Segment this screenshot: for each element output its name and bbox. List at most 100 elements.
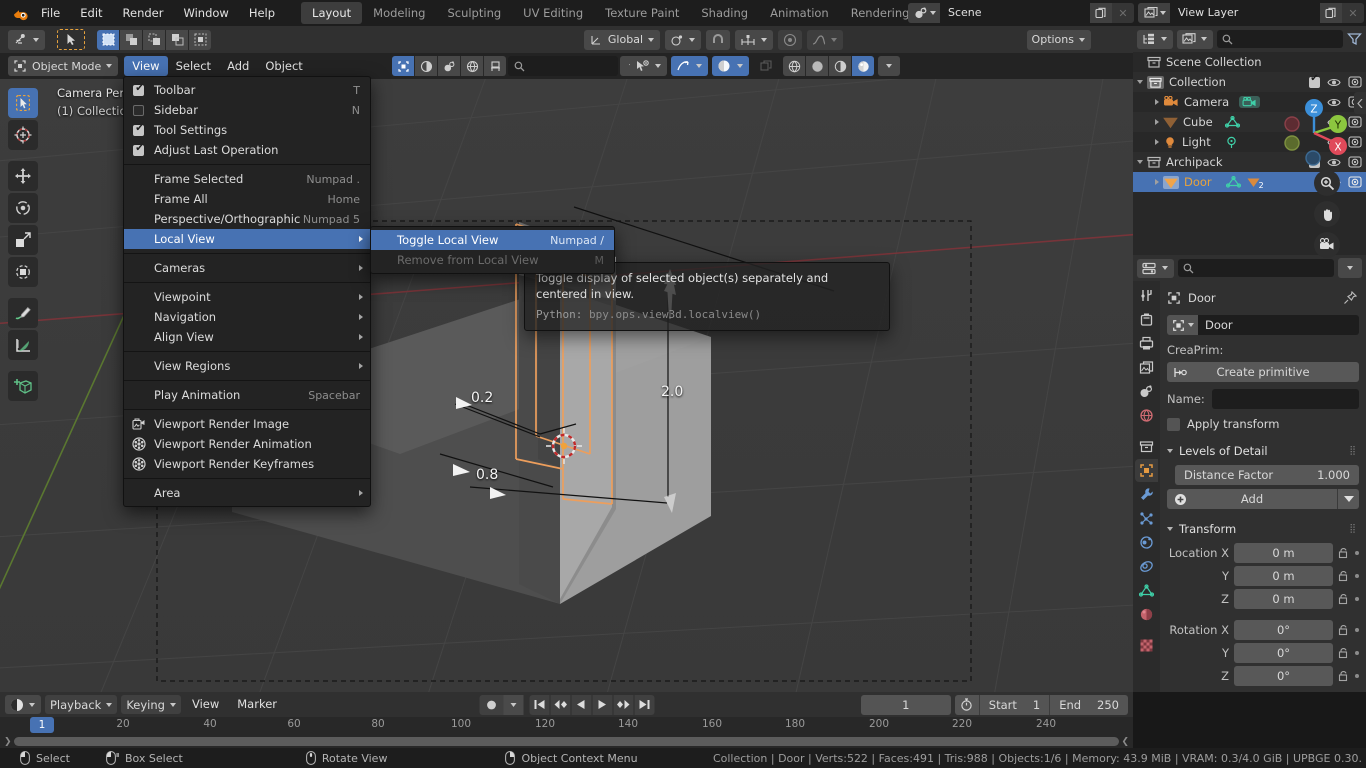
expand-triangle-icon[interactable]: [1155, 119, 1159, 125]
properties-editor-type[interactable]: [1137, 258, 1174, 278]
animate-dot-icon[interactable]: [1355, 674, 1359, 678]
add-cube-tool[interactable]: [8, 371, 38, 401]
distance-factor-slider[interactable]: Distance Factor 1.000: [1175, 465, 1359, 485]
move-tool[interactable]: [8, 161, 38, 191]
menu-item-frame-all[interactable]: Frame All Home: [124, 189, 370, 209]
object-types-icon[interactable]: [392, 56, 414, 76]
camera-render-icon[interactable]: [1348, 176, 1362, 188]
expand-triangle-icon[interactable]: [1155, 179, 1159, 185]
lock-icon[interactable]: [1338, 593, 1350, 605]
lock-icon[interactable]: [1338, 547, 1350, 559]
outliner-display-mode[interactable]: [1137, 29, 1173, 49]
view-layer-icon[interactable]: [1138, 3, 1170, 23]
workspace-tab-texture-paint[interactable]: Texture Paint: [594, 2, 690, 24]
properties-tab-render[interactable]: [1135, 308, 1158, 331]
viewport-menu-object[interactable]: Object: [257, 56, 310, 76]
camera-render-icon[interactable]: [1348, 136, 1362, 148]
properties-search-input[interactable]: [1178, 259, 1334, 277]
menu-item-play-animation[interactable]: Play Animation Spacebar: [124, 385, 370, 405]
create-primitive-button[interactable]: Create primitive: [1167, 362, 1359, 382]
proportional-edit-icon[interactable]: [778, 29, 802, 50]
expand-triangle-icon[interactable]: [1155, 139, 1159, 145]
menu-edit[interactable]: Edit: [70, 0, 112, 26]
select-mode-set[interactable]: [97, 29, 119, 50]
workspace-tab-sculpting[interactable]: Sculpting: [436, 2, 512, 24]
properties-editor[interactable]: Door Door CreaPrim: Create primitive Nam…: [1133, 255, 1366, 692]
gizmo-toggle[interactable]: [630, 56, 667, 76]
camera-render-icon[interactable]: [1348, 156, 1362, 168]
animate-dot-icon[interactable]: [1355, 597, 1359, 601]
toolbar-checkbox[interactable]: [133, 83, 145, 96]
scale-tool[interactable]: [8, 225, 38, 255]
mesh-data-icon[interactable]: [1225, 175, 1241, 189]
object-type-icon[interactable]: [1167, 315, 1198, 335]
rotation-y-input[interactable]: 0°: [1234, 643, 1333, 663]
menu-file[interactable]: File: [31, 0, 70, 26]
falloff-selector[interactable]: [807, 29, 843, 50]
tool-settings-checkbox[interactable]: [133, 123, 145, 136]
properties-tab-collection[interactable]: [1135, 435, 1158, 458]
menu-item-frame-selected[interactable]: Frame Selected Numpad .: [124, 169, 370, 189]
properties-options-chevron-down-icon[interactable]: [1338, 258, 1362, 278]
xray-toggle[interactable]: [712, 56, 749, 76]
scene-icon[interactable]: [908, 3, 940, 23]
properties-tab-view-layer[interactable]: [1135, 356, 1158, 379]
viewport-menu-add[interactable]: Add: [219, 56, 257, 76]
rendered-icon[interactable]: [852, 56, 874, 76]
timeline-editor-type[interactable]: [5, 695, 41, 714]
menu-item-adjust-last-operation[interactable]: Adjust Last Operation: [124, 140, 370, 160]
wireframe-icon[interactable]: [783, 56, 805, 76]
measure-tool[interactable]: [8, 330, 38, 360]
name-input[interactable]: [1211, 389, 1359, 409]
location-z-input[interactable]: 0 m: [1234, 589, 1333, 609]
viewport-search-input[interactable]: [508, 56, 618, 76]
menu-render[interactable]: Render: [113, 0, 174, 26]
panel-expand-triangle-icon[interactable]: [1167, 527, 1173, 531]
blender-logo-icon[interactable]: [7, 3, 31, 23]
workspace-tab-uv-editing[interactable]: UV Editing: [512, 2, 594, 24]
menu-item-toolbar[interactable]: Toolbar T: [124, 80, 370, 100]
stopwatch-icon[interactable]: [955, 698, 979, 711]
tweak-select-tool[interactable]: [8, 88, 38, 118]
properties-tab-object[interactable]: [1135, 459, 1158, 482]
workspace-tab-animation[interactable]: Animation: [759, 2, 840, 24]
menu-item-tool-settings[interactable]: Tool Settings: [124, 120, 370, 140]
play-icon[interactable]: [592, 694, 612, 715]
snap-to-selector[interactable]: [735, 29, 773, 50]
outliner-row-scene-collection[interactable]: Scene Collection: [1133, 52, 1366, 72]
animate-dot-icon[interactable]: [1355, 574, 1359, 578]
jump-end-icon[interactable]: [634, 694, 654, 715]
lock-icon[interactable]: [1338, 670, 1350, 682]
play-reverse-icon[interactable]: [571, 694, 591, 715]
world-icon[interactable]: [461, 56, 483, 76]
expand-triangle-icon[interactable]: [1137, 160, 1143, 164]
properties-tab-output[interactable]: [1135, 332, 1158, 355]
properties-tab-tool[interactable]: [1135, 284, 1158, 307]
properties-tab-physics[interactable]: [1135, 531, 1158, 554]
location-y-input[interactable]: 0 m: [1234, 566, 1333, 586]
collection-exclude-checkbox[interactable]: [1309, 76, 1320, 88]
lock-icon[interactable]: [1338, 570, 1350, 582]
camera-view-icon[interactable]: [1314, 232, 1340, 258]
menu-item-sidebar[interactable]: Sidebar N: [124, 100, 370, 120]
scene-name[interactable]: Scene: [940, 3, 1090, 23]
pan-hand-icon[interactable]: [1314, 201, 1340, 227]
drag-handle-icon[interactable]: ⣿: [1349, 446, 1357, 456]
options-dropdown[interactable]: Options: [1026, 29, 1091, 50]
outliner-filter-funnel-icon[interactable]: [1347, 32, 1362, 46]
new-scene-button[interactable]: [1090, 3, 1112, 23]
workspace-tab-modeling[interactable]: Modeling: [362, 2, 436, 24]
properties-tab-material[interactable]: [1135, 603, 1158, 626]
snap-magnet-icon[interactable]: [706, 29, 730, 50]
local-view-submenu[interactable]: Toggle Local View Numpad / Remove from L…: [370, 226, 615, 274]
properties-tab-data[interactable]: [1135, 579, 1158, 602]
menu-item-viewpoint[interactable]: Viewpoint: [124, 287, 370, 307]
sidebar-checkbox[interactable]: [133, 104, 144, 116]
select-mode-extend[interactable]: [120, 29, 142, 50]
menu-item-navigation[interactable]: Navigation: [124, 307, 370, 327]
animate-dot-icon[interactable]: [1355, 628, 1359, 632]
apply-transform-checkbox[interactable]: [1167, 417, 1180, 431]
timeline-menu-view[interactable]: View: [185, 695, 226, 714]
view-layer-name[interactable]: View Layer: [1170, 3, 1320, 23]
interaction-mode-selector[interactable]: Object Mode: [8, 56, 119, 76]
